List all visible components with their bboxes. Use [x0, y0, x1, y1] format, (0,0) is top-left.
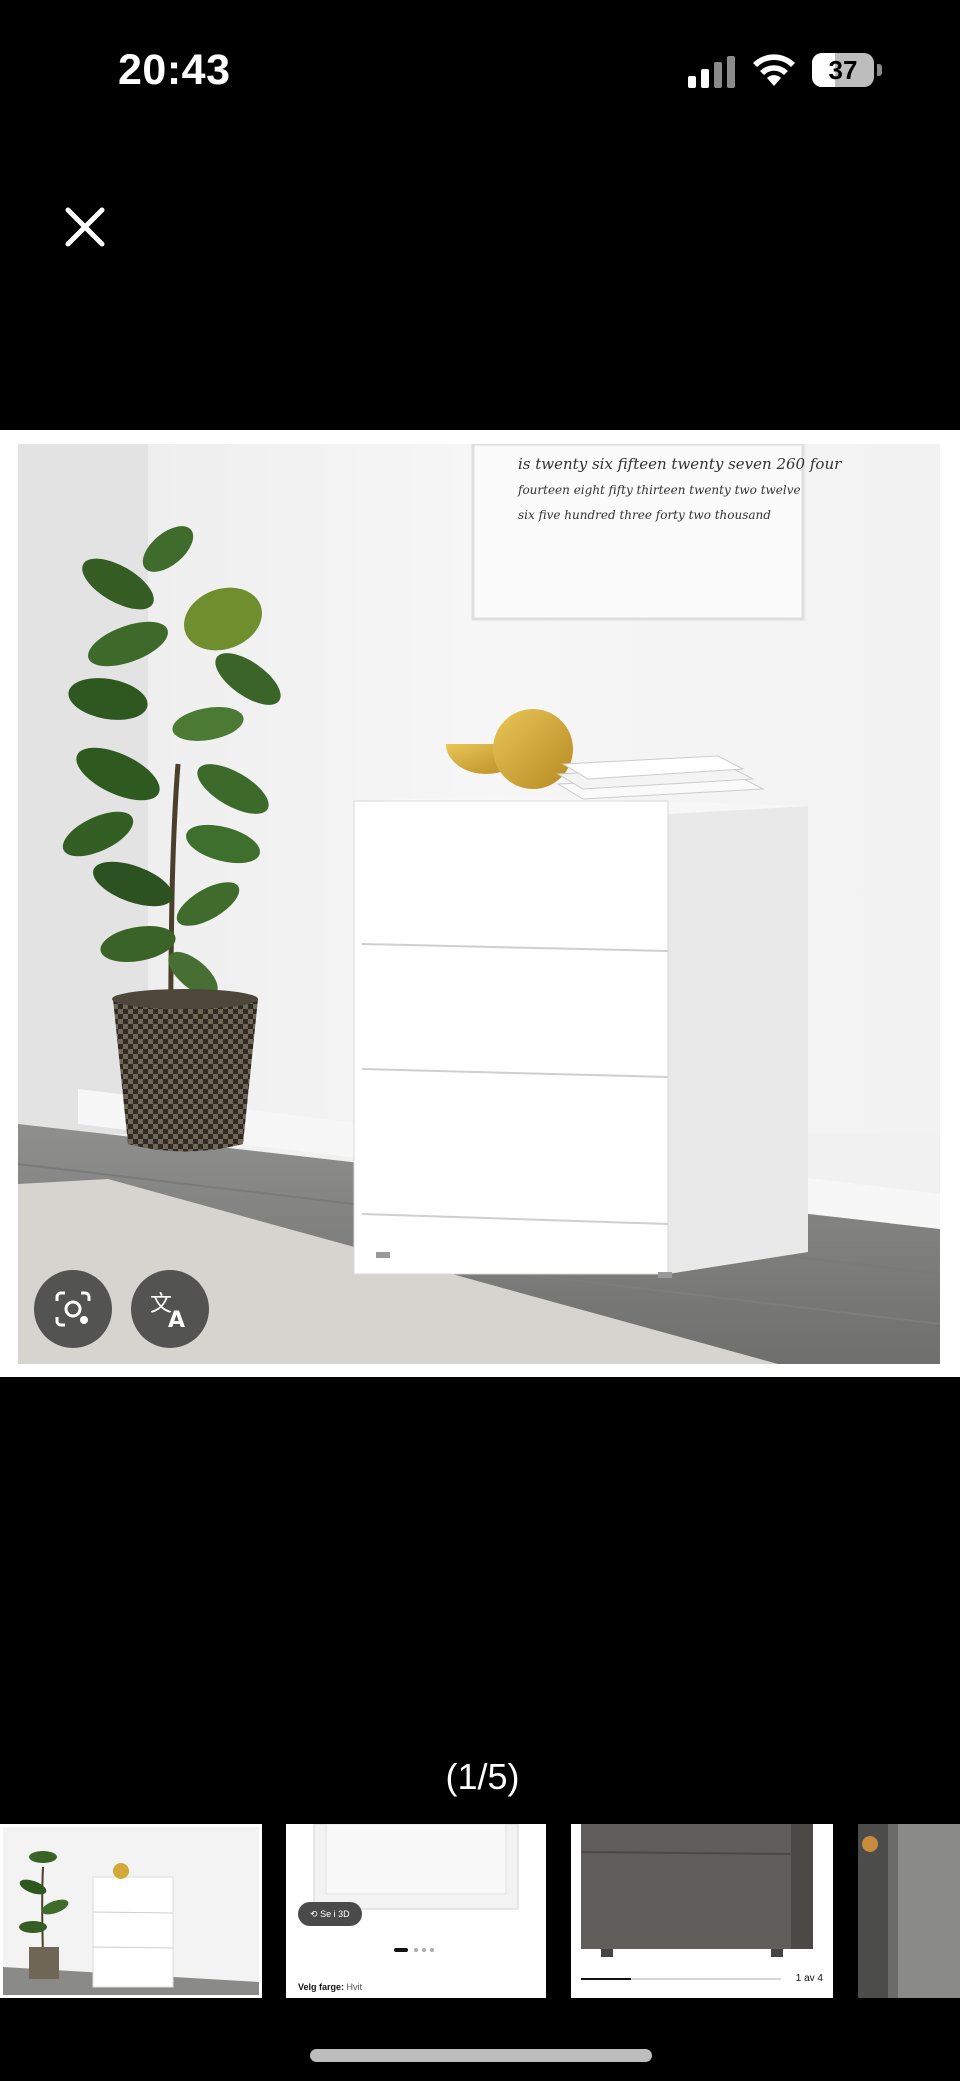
artwork-text-line-2: fourteen eight fifty thirteen twenty two…	[517, 483, 801, 497]
battery-icon: 37	[812, 53, 882, 89]
gallery-progress-track	[581, 1978, 781, 1980]
status-bar: 20:43 37	[0, 0, 960, 140]
color-value: Hvit	[346, 1982, 363, 1992]
thumbnail-open-shelf[interactable]: ⟲ Se i 3D Velg farge: Hvit	[286, 1824, 546, 1998]
carousel-dots	[394, 1948, 434, 1952]
image-counter: (1/5)	[445, 1756, 520, 1797]
color-label: Velg farge:	[298, 1982, 345, 1992]
lens-search-icon	[55, 1291, 91, 1327]
translate-button[interactable]: 文 A	[131, 1270, 209, 1348]
image-viewer-screen: 20:43 37 is twenty six fifteen twenty se…	[0, 0, 960, 2081]
thumbnail-image	[858, 1824, 960, 1998]
view-3d-icon: ⟲	[310, 1909, 318, 1919]
battery-cap	[877, 64, 882, 76]
view-3d-label: Se i 3D	[320, 1909, 350, 1919]
thumbnail-image	[3, 1827, 259, 1995]
thumbnail-white-cabinet-room[interactable]	[0, 1824, 262, 1998]
color-selector-label: Velg farge: Hvit	[298, 1982, 362, 1992]
gallery-progress-fill	[581, 1978, 631, 1980]
status-time: 20:43	[118, 46, 231, 94]
view-3d-chip[interactable]: ⟲ Se i 3D	[298, 1902, 362, 1926]
thumbnail-dark-grey-cabinet[interactable]: 1 av 4	[571, 1824, 833, 1998]
cellular-signal-icon	[688, 56, 735, 88]
wifi-icon	[753, 54, 795, 86]
home-indicator[interactable]	[310, 2049, 652, 2062]
gallery-page-indicator: 1 av 4	[795, 1973, 823, 1984]
thumbnail-partial[interactable]	[858, 1824, 960, 1998]
main-image-frame: is twenty six fifteen twenty seven 260 f…	[0, 430, 960, 1377]
close-icon[interactable]	[58, 200, 112, 254]
artwork-text-line-3: six five hundred three forty two thousan…	[518, 508, 771, 522]
artwork-text-line-1: is twenty six fifteen twenty seven 260 f…	[518, 455, 842, 473]
thumbnail-image	[571, 1824, 833, 1998]
svg-text:A: A	[168, 1308, 185, 1331]
translate-icon: 文 A	[150, 1292, 185, 1331]
battery-level: 37	[828, 55, 858, 85]
main-product-image[interactable]: is twenty six fifteen twenty seven 260 f…	[18, 444, 940, 1364]
lens-search-button[interactable]	[34, 1270, 112, 1348]
